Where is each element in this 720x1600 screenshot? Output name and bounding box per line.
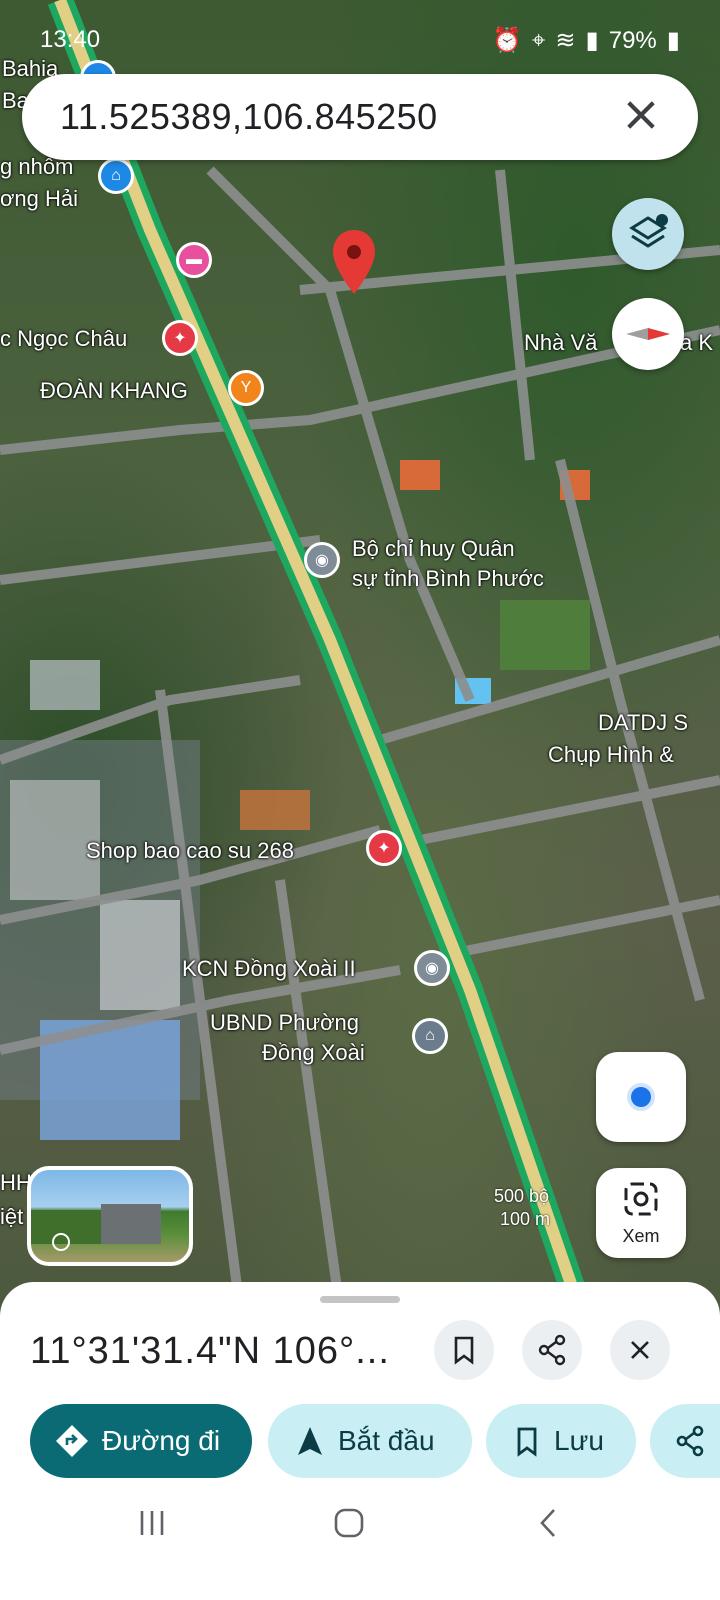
map-label-nha-van: Nhà Vă: [524, 330, 598, 355]
save-small-button[interactable]: [434, 1320, 494, 1380]
poi-gray-icon[interactable]: ◉: [304, 542, 340, 578]
map-label-nha-k: a K: [680, 330, 714, 355]
map-scale: 500 bộ 100 m: [430, 1186, 550, 1230]
navigation-arrow-icon: [298, 1427, 322, 1455]
bar-icon[interactable]: Y: [228, 370, 264, 406]
start-button[interactable]: Bắt đầu: [268, 1404, 472, 1478]
directions-button[interactable]: Đường đi: [30, 1404, 252, 1478]
battery-percent: 79%: [608, 26, 657, 54]
scale-feet: 500 bộ: [494, 1186, 550, 1206]
map-label-ong-hai: ơng Hải: [0, 186, 79, 211]
my-location-button[interactable]: [596, 1052, 686, 1142]
share-icon: [538, 1334, 566, 1366]
map-label-bo-chi-huy-2: sự tỉnh Bình Phước: [352, 566, 544, 591]
place-title: 11°31'31.4"N 106°...: [30, 1330, 390, 1372]
layers-button[interactable]: [612, 198, 684, 270]
back-icon[interactable]: [536, 1506, 560, 1540]
share-small-button[interactable]: [522, 1320, 582, 1380]
shop-star-icon[interactable]: ✦: [162, 320, 198, 356]
map-label-ubnd-1: UBND Phường: [210, 1010, 359, 1035]
status-icons: ⏰ ⌖ ≋ ▮ 79% ▮: [492, 26, 680, 55]
map-label-bo-chi-huy-1: Bộ chỉ huy Quân: [352, 536, 515, 561]
share-icon-2: [676, 1425, 704, 1457]
street-view-image: [31, 1204, 161, 1251]
status-bar: 13:40 ⏰ ⌖ ≋ ▮ 79% ▮: [0, 0, 720, 80]
status-time: 13:40: [40, 26, 101, 53]
government-building-icon[interactable]: ⌂: [412, 1018, 448, 1054]
shop-star-icon-2[interactable]: ✦: [366, 830, 402, 866]
poi-gray-icon-2[interactable]: ◉: [414, 950, 450, 986]
save-label: Lưu: [554, 1425, 604, 1456]
compass-button[interactable]: [612, 298, 684, 370]
map-label-ngoc-chau: c Ngọc Châu: [0, 326, 128, 351]
lens-button[interactable]: Xem: [596, 1168, 686, 1258]
compass-icon: [626, 328, 670, 340]
recent-apps-icon[interactable]: [136, 1508, 168, 1538]
map-label-ubnd-2: Đồng Xoài: [262, 1040, 365, 1065]
street-view-thumbnail[interactable]: [27, 1166, 193, 1266]
close-icon[interactable]: [620, 94, 662, 136]
home-icon[interactable]: [332, 1506, 366, 1540]
hotel-icon[interactable]: ▬: [176, 242, 212, 278]
sheet-drag-handle[interactable]: [320, 1296, 400, 1303]
map-label-kcn: KCN Đồng Xoài II: [182, 956, 356, 981]
bookmark-icon: [454, 1336, 474, 1365]
share-chip[interactable]: [650, 1404, 720, 1478]
my-location-icon: [627, 1083, 655, 1111]
directions-label: Đường đi: [102, 1425, 221, 1456]
scale-meters: 100 m: [500, 1209, 551, 1229]
map-label-shop: Shop bao cao su 268: [86, 838, 294, 863]
system-nav-bar: [0, 1490, 720, 1600]
map-label-doan-khang: ĐOÀN KHANG: [40, 378, 188, 403]
map-label-iet: iệt: [0, 1204, 24, 1229]
camera-lens-icon: [624, 1182, 658, 1216]
map-label-chup-hinh: Chụp Hình &: [548, 742, 674, 767]
search-bar[interactable]: 11.525389,106.845250: [22, 74, 698, 160]
save-button[interactable]: Lưu: [486, 1404, 636, 1478]
battery-icon: ▮: [666, 27, 680, 54]
close-icon-2: [631, 1341, 649, 1359]
signal-icon: ▮: [585, 27, 599, 54]
location-status-icon: ⌖: [531, 26, 546, 54]
map-label-datdj: DATDJ S: [598, 710, 689, 735]
directions-icon: [56, 1425, 88, 1457]
search-query[interactable]: 11.525389,106.845250: [60, 96, 438, 138]
lens-label: Xem: [622, 1226, 660, 1246]
location-pin-icon[interactable]: [330, 228, 378, 296]
shopping-bag-icon[interactable]: ⌂: [98, 158, 134, 194]
wifi-icon: ≋: [555, 27, 576, 54]
layers-icon: [629, 214, 668, 248]
close-sheet-button[interactable]: [610, 1320, 670, 1380]
start-label: Bắt đầu: [338, 1425, 435, 1456]
bookmark-outline-icon: [517, 1427, 537, 1457]
alarm-icon: ⏰: [492, 27, 522, 54]
